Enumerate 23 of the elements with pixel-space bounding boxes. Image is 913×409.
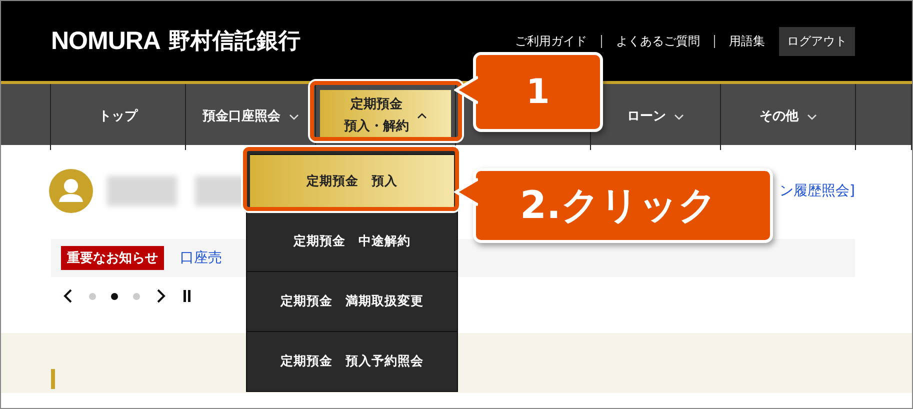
next-icon[interactable] (156, 289, 166, 303)
header-link[interactable]: ご利用ガイド (515, 32, 587, 50)
nav-tab[interactable]: ローン (621, 102, 690, 132)
logout-button[interactable]: ログアウト (779, 26, 855, 56)
nav-tab[interactable]: 預金口座照会 (196, 102, 304, 132)
notice-badge: 重要なお知らせ (61, 246, 164, 270)
carousel-dot[interactable] (111, 292, 118, 300)
carousel-dot[interactable] (133, 292, 140, 300)
menu-item[interactable]: 定期預金 中途解約 (247, 211, 457, 271)
nav-tab[interactable]: トップ (92, 102, 144, 132)
carousel-dot[interactable] (89, 292, 96, 300)
header-link[interactable]: 用語集 (729, 32, 765, 50)
header-link[interactable]: よくあるご質問 (616, 32, 700, 50)
pause-icon[interactable] (182, 289, 192, 303)
avatar-icon (49, 169, 93, 213)
menu-item[interactable]: 定期預金 満期取扱変更 (247, 271, 457, 331)
history-link[interactable]: ン履歴照会] (780, 182, 855, 200)
notice-link[interactable]: 口座売 (180, 249, 222, 267)
nav-tab[interactable]: その他 (754, 102, 822, 132)
logo[interactable]: NOMURA (51, 26, 160, 56)
previous-icon[interactable] (63, 289, 73, 303)
menu-item[interactable]: 定期預金 預入 (250, 154, 454, 207)
bank-name: 野村信託銀行 (168, 28, 300, 56)
